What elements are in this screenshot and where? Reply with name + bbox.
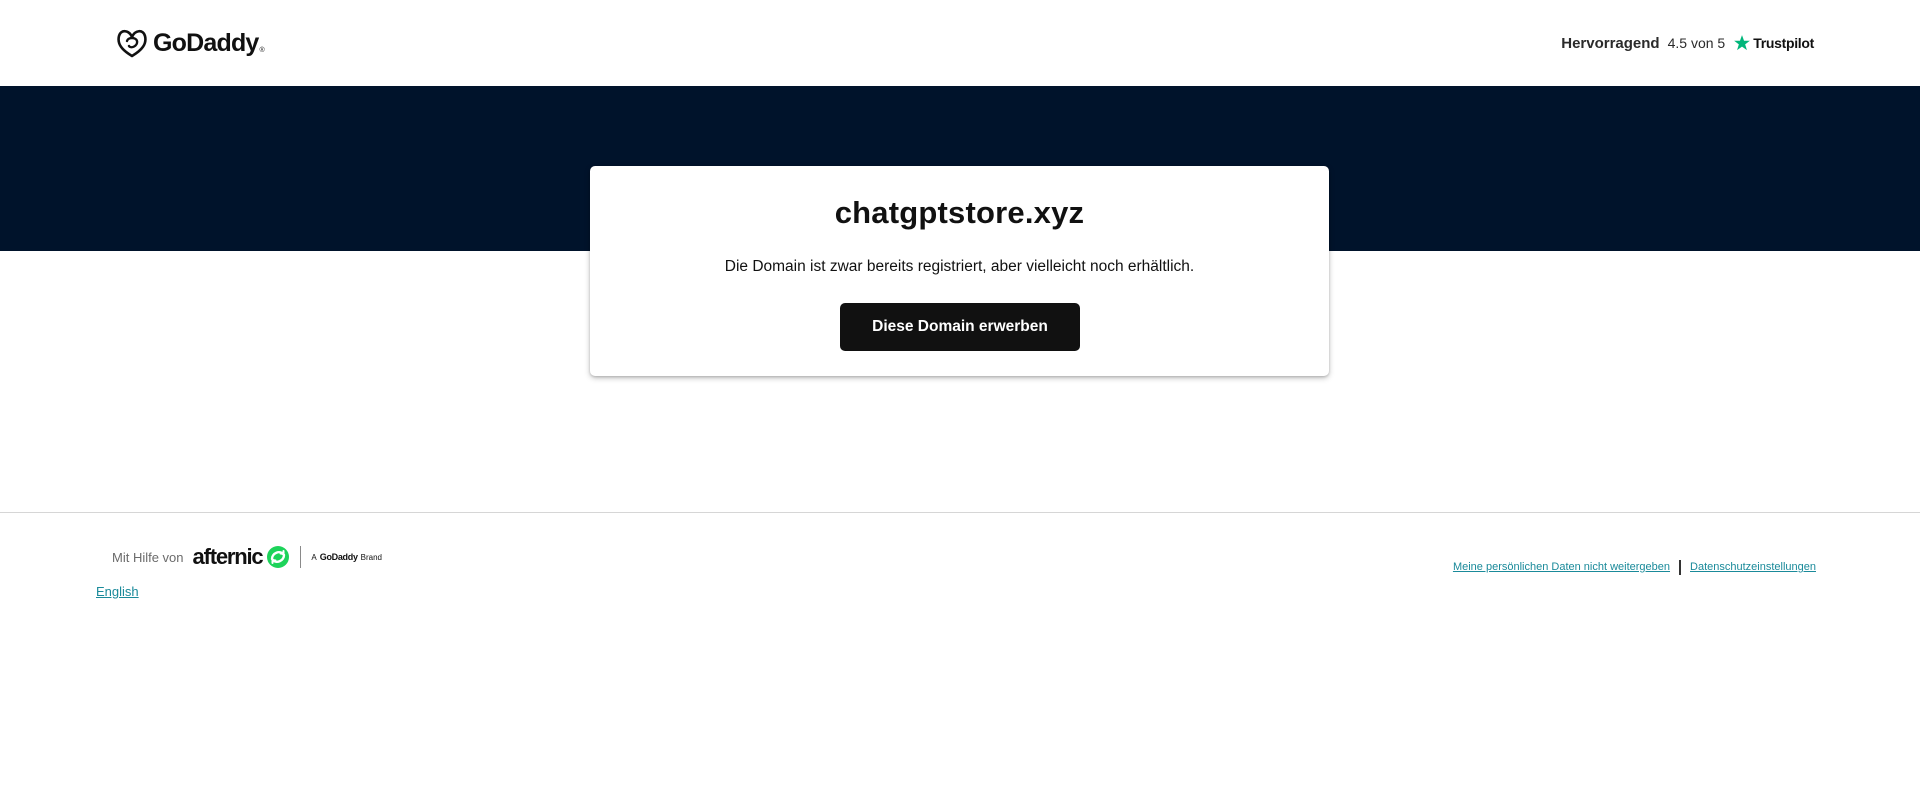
- powered-by-label: Mit Hilfe von: [112, 549, 184, 565]
- privacy-settings-link[interactable]: Datenschutzeinstellungen: [1690, 561, 1816, 573]
- afternic-wordmark: afternic: [192, 544, 264, 569]
- language-link-english[interactable]: English: [96, 584, 139, 599]
- site-header: GoDaddy ® Hervorragend 4.5 von 5 Trustpi…: [0, 0, 1920, 86]
- legal-separator: [1679, 559, 1682, 575]
- domain-name-title: chatgptstore.xyz: [834, 195, 1085, 230]
- brand-tag-name: GoDaddy: [319, 552, 358, 562]
- domain-card: chatgptstore.xyz Die Domain ist zwar ber…: [590, 166, 1329, 376]
- powered-by: Mit Hilfe von afternic A GoDaddy Brand: [112, 542, 382, 572]
- trust-rating-word: Hervorragend: [1561, 34, 1660, 52]
- godaddy-heart-icon: [117, 29, 147, 58]
- footer-divider: [0, 512, 1920, 513]
- trust-score: 4.5 von 5: [1667, 35, 1726, 51]
- godaddy-logo[interactable]: GoDaddy ®: [116, 26, 265, 60]
- brand-tag-suffix: Brand: [360, 553, 383, 562]
- brand-separator: [300, 546, 302, 568]
- trustpilot-widget[interactable]: Hervorragend 4.5 von 5 Trustpilot: [1561, 30, 1814, 56]
- logo-trademark: ®: [259, 47, 265, 54]
- afternic-swirl-icon: [267, 546, 290, 568]
- buy-domain-button[interactable]: Diese Domain erwerben: [840, 303, 1080, 351]
- do-not-sell-link[interactable]: Meine persönlichen Daten nicht weitergeb…: [1453, 561, 1670, 573]
- trustpilot-brand-text: Trustpilot: [1753, 35, 1814, 51]
- legal-links: Meine persönlichen Daten nicht weitergeb…: [1453, 558, 1816, 576]
- godaddy-brand-tag: A GoDaddy Brand: [311, 552, 382, 562]
- brand-tag-prefix: A: [311, 553, 317, 562]
- trustpilot-star-icon: [1734, 35, 1751, 51]
- domain-availability-message: Die Domain ist zwar bereits registriert,…: [724, 258, 1195, 275]
- trustpilot-logo: Trustpilot: [1733, 34, 1814, 52]
- afternic-logo[interactable]: afternic A GoDaddy Brand: [193, 544, 382, 570]
- logo-text: GoDaddy: [153, 28, 259, 57]
